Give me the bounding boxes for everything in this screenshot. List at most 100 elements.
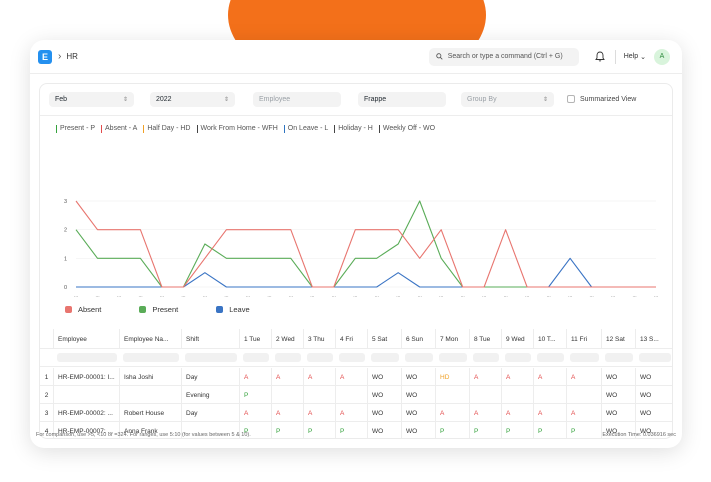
table-cell[interactable] bbox=[272, 386, 304, 404]
table-cell[interactable]: A bbox=[502, 368, 534, 386]
column-header[interactable]: 7 Mon bbox=[436, 329, 470, 349]
search-bar[interactable]: Search or type a command (Ctrl + G) bbox=[428, 47, 579, 66]
column-filter-input[interactable] bbox=[185, 353, 237, 362]
column-header[interactable]: 4 Fri bbox=[336, 329, 368, 349]
column-header[interactable] bbox=[40, 329, 54, 349]
table-cell[interactable]: Evening bbox=[182, 386, 240, 404]
table-cell[interactable]: A bbox=[304, 404, 336, 422]
table-cell[interactable]: WO bbox=[402, 368, 436, 386]
column-header[interactable]: 5 Sat bbox=[368, 329, 402, 349]
table-cell[interactable]: A bbox=[502, 404, 534, 422]
breadcrumb-hr[interactable]: HR bbox=[66, 52, 78, 61]
avatar[interactable]: A bbox=[654, 48, 670, 65]
column-filter-input[interactable] bbox=[371, 353, 399, 362]
table-cell[interactable]: Day bbox=[182, 368, 240, 386]
table-cell[interactable] bbox=[304, 386, 336, 404]
legend-item-present[interactable]: Present bbox=[139, 305, 178, 314]
row-index[interactable]: 3 bbox=[40, 404, 54, 422]
column-header[interactable]: Shift bbox=[182, 329, 240, 349]
table-cell[interactable]: WO bbox=[602, 404, 636, 422]
table-cell[interactable] bbox=[470, 386, 502, 404]
table-cell[interactable]: HD bbox=[436, 368, 470, 386]
table-cell[interactable]: HR-EMP-00002: ... bbox=[54, 404, 120, 422]
table-cell[interactable]: A bbox=[534, 404, 567, 422]
legend-item-absent[interactable]: Absent bbox=[65, 305, 101, 314]
app-logo[interactable]: E bbox=[38, 49, 52, 64]
table-cell[interactable]: A bbox=[336, 368, 368, 386]
column-header[interactable]: Employee Na... bbox=[120, 329, 182, 349]
column-header[interactable]: 11 Fri bbox=[567, 329, 602, 349]
column-filter-input[interactable] bbox=[570, 353, 599, 362]
table-cell[interactable]: WO bbox=[602, 386, 636, 404]
year-select[interactable]: 2022 ⇕ bbox=[150, 92, 235, 107]
table-cell[interactable]: WO bbox=[636, 386, 672, 404]
table-cell[interactable] bbox=[502, 386, 534, 404]
column-filter-input[interactable] bbox=[123, 353, 179, 362]
table-cell[interactable] bbox=[534, 386, 567, 404]
table-cell[interactable]: WO bbox=[636, 368, 672, 386]
column-filter-input[interactable] bbox=[307, 353, 333, 362]
summarized-view-toggle[interactable]: Summarized View bbox=[567, 95, 636, 103]
column-filter-input[interactable] bbox=[275, 353, 301, 362]
table-cell[interactable]: A bbox=[304, 368, 336, 386]
column-filter-input[interactable] bbox=[505, 353, 531, 362]
table-cell[interactable]: A bbox=[336, 404, 368, 422]
column-filter-input[interactable] bbox=[605, 353, 633, 362]
employee-field[interactable]: Employee bbox=[253, 92, 341, 107]
column-header[interactable]: 9 Wed bbox=[502, 329, 534, 349]
table-cell[interactable]: HR-EMP-00001: I... bbox=[54, 368, 120, 386]
company-field[interactable]: Frappe bbox=[358, 92, 446, 107]
table-cell[interactable]: WO bbox=[402, 386, 436, 404]
row-index[interactable]: 1 bbox=[40, 368, 54, 386]
column-filter-input[interactable] bbox=[339, 353, 365, 362]
column-header[interactable]: 8 Tue bbox=[470, 329, 502, 349]
table-cell[interactable]: A bbox=[436, 404, 470, 422]
column-header[interactable]: 10 T... bbox=[534, 329, 567, 349]
column-header[interactable]: 13 S... bbox=[636, 329, 672, 349]
table-cell[interactable]: Day bbox=[182, 404, 240, 422]
help-dropdown[interactable]: Help ⌄ bbox=[624, 53, 646, 61]
table-cell[interactable] bbox=[567, 386, 602, 404]
table-cell[interactable]: WO bbox=[368, 386, 402, 404]
table-cell[interactable]: WO bbox=[402, 404, 436, 422]
table-cell[interactable]: A bbox=[272, 368, 304, 386]
column-filter-input[interactable] bbox=[57, 353, 117, 362]
column-filter-input[interactable] bbox=[537, 353, 564, 362]
table-cell[interactable] bbox=[120, 386, 182, 404]
summarized-view-checkbox[interactable] bbox=[567, 95, 575, 103]
column-header[interactable]: 3 Thu bbox=[304, 329, 336, 349]
legend-item-leave[interactable]: Leave bbox=[216, 305, 250, 314]
table-cell[interactable]: A bbox=[470, 368, 502, 386]
month-select[interactable]: Feb ⇕ bbox=[49, 92, 134, 107]
table-cell[interactable]: Robert House bbox=[120, 404, 182, 422]
table-cell[interactable]: A bbox=[534, 368, 567, 386]
column-filter-input[interactable] bbox=[243, 353, 269, 362]
table-cell[interactable] bbox=[436, 386, 470, 404]
group-by-select[interactable]: Group By ⇕ bbox=[461, 92, 554, 107]
column-filter-input[interactable] bbox=[639, 353, 671, 362]
column-header[interactable]: 2 Wed bbox=[272, 329, 304, 349]
table-cell[interactable]: WO bbox=[368, 404, 402, 422]
table-cell[interactable]: A bbox=[240, 368, 272, 386]
column-header[interactable]: 6 Sun bbox=[402, 329, 436, 349]
column-header[interactable]: Employee bbox=[54, 329, 120, 349]
column-filter-input[interactable] bbox=[473, 353, 499, 362]
table-cell[interactable]: A bbox=[272, 404, 304, 422]
table-cell[interactable]: A bbox=[470, 404, 502, 422]
notification-bell-icon[interactable] bbox=[593, 50, 607, 64]
column-header[interactable]: 12 Sat bbox=[602, 329, 636, 349]
table-cell[interactable] bbox=[54, 386, 120, 404]
table-cell[interactable] bbox=[336, 386, 368, 404]
table-cell[interactable]: WO bbox=[602, 368, 636, 386]
table-cell[interactable]: A bbox=[240, 404, 272, 422]
column-filter-input[interactable] bbox=[405, 353, 433, 362]
table-cell[interactable]: WO bbox=[636, 404, 672, 422]
table-cell[interactable]: WO bbox=[368, 368, 402, 386]
table-cell[interactable]: A bbox=[567, 404, 602, 422]
table-cell[interactable]: P bbox=[240, 386, 272, 404]
column-header[interactable]: 1 Tue bbox=[240, 329, 272, 349]
table-cell[interactable]: A bbox=[567, 368, 602, 386]
row-index[interactable]: 2 bbox=[40, 386, 54, 404]
table-cell[interactable]: Isha Joshi bbox=[120, 368, 182, 386]
column-filter-input[interactable] bbox=[439, 353, 467, 362]
